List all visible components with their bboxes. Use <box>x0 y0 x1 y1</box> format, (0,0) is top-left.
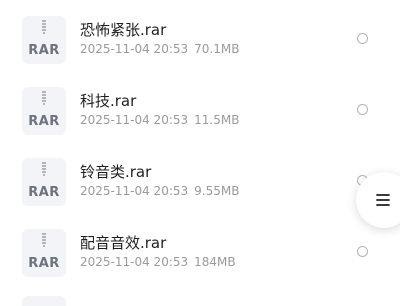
zipper-icon <box>42 162 46 176</box>
file-type-label: RAR <box>28 43 60 58</box>
file-row[interactable]: RAR 铃音类.rar 2025-11-04 20:53 9.55MB <box>0 155 400 223</box>
file-size: 184MB <box>194 255 236 269</box>
file-list: RAR 恐怖紧张.rar 2025-11-04 20:53 70.1MB RAR … <box>0 0 400 306</box>
file-size: 9.55MB <box>194 184 240 198</box>
rar-archive-icon: RAR <box>22 87 66 135</box>
file-meta: 2025-11-04 20:53 184MB <box>80 255 236 269</box>
file-size: 70.1MB <box>194 42 240 56</box>
rar-archive-icon <box>22 296 66 306</box>
select-radio[interactable] <box>357 246 368 257</box>
zipper-icon <box>42 233 46 247</box>
file-type-label: RAR <box>28 114 60 129</box>
rar-archive-icon: RAR <box>22 158 66 206</box>
select-radio[interactable] <box>357 104 368 115</box>
zipper-icon <box>42 20 46 34</box>
file-name: 科技.rar <box>80 92 137 110</box>
file-meta: 2025-11-04 20:53 11.5MB <box>80 113 239 127</box>
file-meta: 2025-11-04 20:53 70.1MB <box>80 42 239 56</box>
file-date: 2025-11-04 20:53 <box>80 42 189 56</box>
file-date: 2025-11-04 20:53 <box>80 184 189 198</box>
rar-archive-icon: RAR <box>22 16 66 64</box>
file-type-label: RAR <box>28 185 60 200</box>
select-radio[interactable] <box>357 33 368 44</box>
file-date: 2025-11-04 20:53 <box>80 113 189 127</box>
rar-archive-icon: RAR <box>22 229 66 277</box>
file-type-label: RAR <box>28 256 60 271</box>
file-size: 11.5MB <box>194 113 240 127</box>
file-name: 铃音类.rar <box>80 163 152 181</box>
file-row[interactable]: RAR 科技.rar 2025-11-04 20:53 11.5MB <box>0 84 400 152</box>
zipper-icon <box>42 91 46 105</box>
file-name: 配音音效.rar <box>80 234 167 252</box>
file-row[interactable]: RAR 配音音效.rar 2025-11-04 20:53 184MB <box>0 226 400 294</box>
file-name: 恐怖紧张.rar <box>80 21 167 39</box>
file-meta: 2025-11-04 20:53 9.55MB <box>80 184 239 198</box>
menu-icon <box>376 194 390 206</box>
file-row[interactable]: RAR 恐怖紧张.rar 2025-11-04 20:53 70.1MB <box>0 13 400 81</box>
file-date: 2025-11-04 20:53 <box>80 255 189 269</box>
